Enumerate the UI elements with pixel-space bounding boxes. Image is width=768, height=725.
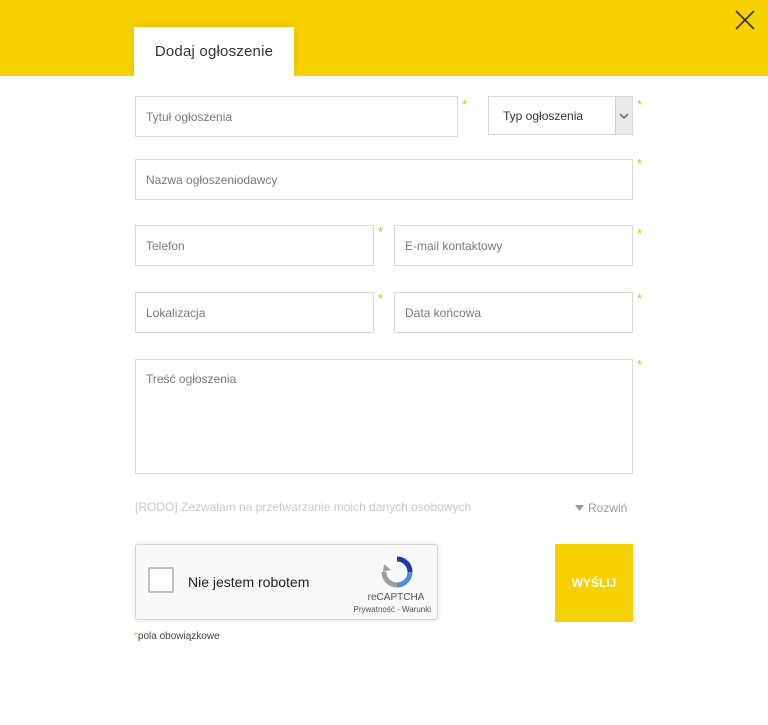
recaptcha-links[interactable]: Prywatność - Warunki bbox=[341, 605, 432, 614]
recaptcha-logo-icon bbox=[381, 556, 413, 588]
close-icon[interactable] bbox=[733, 8, 757, 32]
tab-add-listing[interactable]: Dodaj ogłoszenie bbox=[134, 27, 294, 76]
required-marker: * bbox=[637, 226, 643, 241]
required-marker: * bbox=[637, 156, 643, 171]
phone-input[interactable] bbox=[135, 225, 374, 266]
type-select[interactable]: Typ ogłoszenia bbox=[488, 96, 633, 135]
recaptcha-widget: Nie jestem robotem reCAPTCHA Prywatność … bbox=[135, 544, 438, 620]
required-marker: * bbox=[378, 224, 384, 239]
type-select-value: Typ ogłoszenia bbox=[503, 108, 584, 123]
caret-down-icon bbox=[575, 505, 584, 511]
required-fields-note: *pola obowiązkowe bbox=[134, 631, 220, 642]
content-textarea[interactable] bbox=[135, 359, 633, 474]
required-marker: * bbox=[462, 97, 468, 112]
expand-link[interactable]: Rozwiń bbox=[575, 501, 627, 515]
rodo-consent-text: [RODO] Zezwalam na przetwarzanie moich d… bbox=[135, 500, 472, 514]
end-date-input[interactable] bbox=[394, 292, 633, 333]
required-marker: * bbox=[378, 291, 384, 306]
tab-label: Dodaj ogłoszenie bbox=[154, 43, 274, 60]
required-marker: * bbox=[637, 357, 643, 372]
required-marker: * bbox=[637, 291, 643, 306]
location-input[interactable] bbox=[135, 292, 374, 333]
title-input[interactable] bbox=[135, 96, 458, 137]
recaptcha-brand: reCAPTCHA bbox=[367, 592, 425, 603]
submit-button[interactable]: WYŚLIJ bbox=[555, 544, 633, 622]
chevron-down-icon bbox=[615, 97, 632, 134]
required-note-text: pola obowiązkowe bbox=[137, 631, 220, 642]
advertiser-name-input[interactable] bbox=[135, 159, 633, 200]
required-marker: * bbox=[637, 97, 643, 112]
recaptcha-label: Nie jestem robotem bbox=[188, 574, 310, 590]
recaptcha-checkbox[interactable] bbox=[148, 567, 174, 593]
email-input[interactable] bbox=[394, 225, 633, 266]
expand-label: Rozwiń bbox=[588, 501, 628, 515]
header-bar: Dodaj ogłoszenie bbox=[0, 0, 768, 76]
